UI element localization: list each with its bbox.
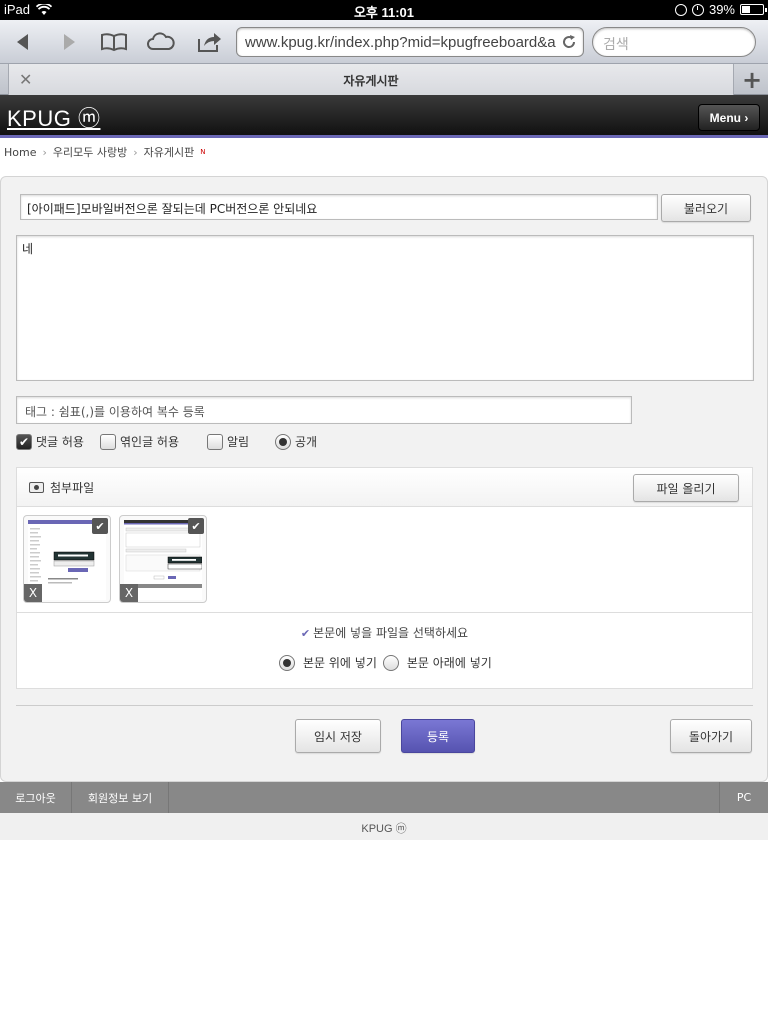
attachments-box: 첨부파일 파일 올리기 ✔ X ✔ X ✔ 본문에 넣을 파일을 선택하세요 본… (16, 467, 753, 689)
title-input[interactable]: [아이패드]모바일버전으론 잘되는데 PC버전으론 안되네요 (20, 194, 658, 220)
menu-button[interactable]: Menu › (698, 104, 760, 131)
tag-input[interactable]: 태그 : 쉼표(,)를 이용하여 복수 등록 (16, 396, 632, 424)
breadcrumb: Home › 우리모두 사랑방 › 자유게시판 N (4, 144, 206, 160)
search-placeholder: 검색 (603, 37, 629, 53)
member-info-link[interactable]: 회원정보 보기 (72, 782, 169, 813)
url-field[interactable]: www.kpug.kr/index.php?mid=kpugfreeboard&… (236, 27, 584, 57)
site-header: KPUG ⓜ Menu › (0, 95, 768, 138)
notify-checkbox[interactable] (207, 433, 223, 450)
status-time: 오후 11:01 (353, 5, 415, 20)
attachment-thumbnail[interactable]: ✔ X (119, 515, 207, 603)
public-radio[interactable] (275, 433, 291, 450)
submit-button[interactable]: 등록 (401, 719, 475, 753)
url-text: www.kpug.kr/index.php?mid=kpugfreeboard&… (245, 34, 556, 51)
insert-below-label[interactable]: 본문 아래에 넣기 (407, 654, 492, 671)
select-file-hint-text: 본문에 넣을 파일을 선택하세요 (313, 626, 469, 640)
reload-icon[interactable] (561, 34, 577, 54)
allow-trackback-checkbox[interactable] (100, 433, 116, 450)
load-button[interactable]: 불러오기 (661, 194, 751, 222)
content-textarea[interactable]: 네 (16, 235, 754, 381)
battery-percent: 39% (708, 2, 735, 17)
footer-bar: 로그아웃 회원정보 보기 PC (0, 782, 768, 813)
back-arrow-icon[interactable] (8, 30, 38, 54)
new-badge: N (200, 148, 206, 156)
insert-above-radio[interactable] (279, 654, 295, 671)
alarm-icon (691, 3, 704, 16)
camera-icon (29, 482, 44, 493)
public-label: 공개 (295, 435, 318, 449)
icloud-tabs-icon[interactable] (146, 30, 176, 54)
attachment-thumbnail[interactable]: ✔ X (23, 515, 111, 603)
new-tab-icon[interactable]: + (736, 64, 768, 95)
allow-comments-label: 댓글 허용 (36, 435, 84, 449)
checkmark-icon[interactable]: ✔ (188, 518, 204, 534)
tab-freeboard[interactable]: ✕ 자유게시판 (8, 64, 734, 95)
site-logo[interactable]: KPUG ⓜ (7, 101, 100, 133)
footer-copyright: KPUG ⓜ (0, 813, 768, 840)
select-file-hint: ✔ 본문에 넣을 파일을 선택하세요 (17, 624, 752, 641)
write-form: [아이패드]모바일버전으론 잘되는데 PC버전으론 안되네요 불러오기 네 태그… (0, 176, 768, 782)
attachments-title: 첨부파일 (50, 481, 95, 495)
breadcrumb-home[interactable]: Home (4, 146, 36, 159)
allow-trackback-option[interactable]: 엮인글 허용 (100, 433, 179, 450)
allow-trackback-label: 엮인글 허용 (120, 435, 180, 449)
breadcrumb-freeboard[interactable]: 자유게시판 (144, 144, 195, 160)
checkmark-icon: ✔ (300, 627, 311, 640)
divider (17, 612, 752, 613)
upload-file-button[interactable]: 파일 올리기 (633, 474, 739, 502)
battery-icon (740, 4, 767, 15)
browser-toolbar: www.kpug.kr/index.php?mid=kpugfreeboard&… (0, 20, 768, 64)
delete-attachment-button[interactable]: X (24, 584, 42, 602)
insert-above-label[interactable]: 본문 위에 넣기 (303, 654, 377, 671)
orientation-lock-icon (674, 3, 687, 16)
chevron-right-icon: › (133, 145, 138, 159)
checkmark-icon[interactable]: ✔ (92, 518, 108, 534)
tab-bar: ✕ 자유게시판 + (0, 64, 768, 95)
divider (16, 705, 753, 706)
status-bar: iPad 오후 11:01 39% (0, 0, 768, 20)
share-icon[interactable] (194, 30, 224, 54)
delete-attachment-button[interactable]: X (120, 584, 138, 602)
chevron-right-icon: › (42, 145, 47, 159)
temp-save-button[interactable]: 임시 저장 (295, 719, 381, 753)
bookmarks-icon[interactable] (99, 30, 129, 54)
search-input[interactable]: 검색 (592, 27, 756, 57)
allow-comments-option[interactable]: ✔ 댓글 허용 (16, 433, 84, 450)
attachments-header: 첨부파일 파일 올리기 (17, 468, 752, 507)
public-option[interactable]: 공개 (275, 433, 317, 450)
notify-label: 알림 (227, 435, 250, 449)
insert-position-options: 본문 위에 넣기 본문 아래에 넣기 (279, 654, 492, 671)
insert-below-radio[interactable] (382, 654, 399, 671)
pc-version-link[interactable]: PC (719, 782, 768, 813)
tab-title: 자유게시판 (343, 74, 399, 88)
logout-link[interactable]: 로그아웃 (0, 782, 72, 813)
forward-arrow-icon[interactable] (54, 30, 84, 54)
allow-comments-checkbox[interactable]: ✔ (16, 433, 32, 450)
breadcrumb-lounge[interactable]: 우리모두 사랑방 (53, 144, 127, 160)
notify-option[interactable]: 알림 (207, 433, 249, 450)
back-button[interactable]: 돌아가기 (670, 719, 752, 753)
